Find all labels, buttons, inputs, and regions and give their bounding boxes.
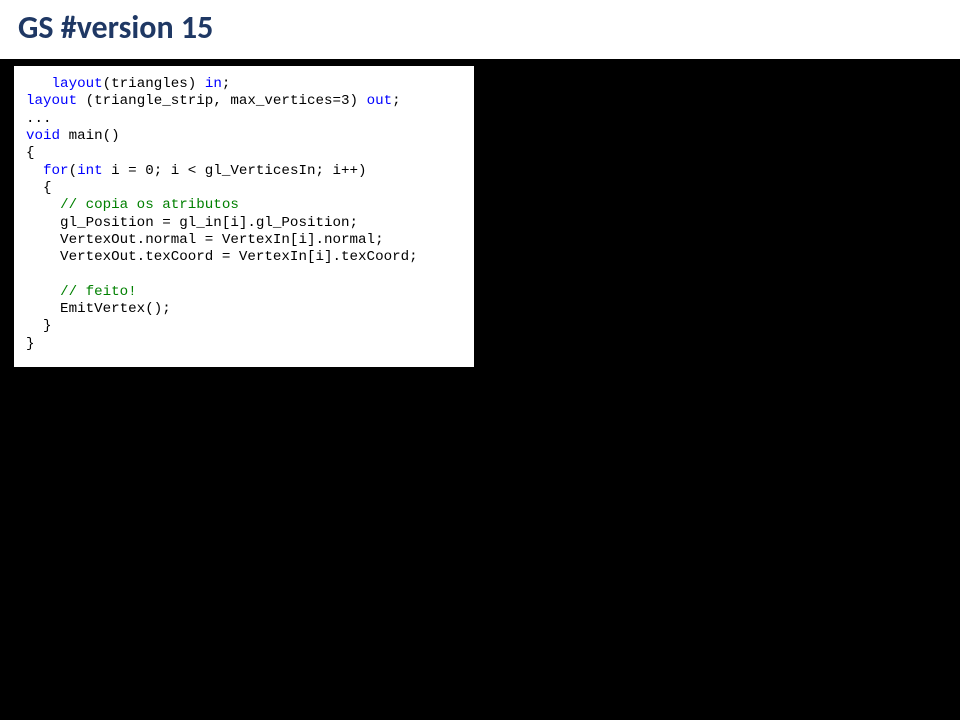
code-line: } (26, 336, 35, 352)
code-line: { (26, 145, 35, 161)
code-line: gl_Position = gl_in[i].gl_Position; (26, 215, 358, 231)
code-line: { (26, 180, 52, 196)
code-line: VertexOut.texCoord = VertexIn[i].texCoor… (26, 249, 418, 265)
code-line: } (26, 318, 52, 334)
slide: GS #version 15 layout(triangles) in; lay… (0, 0, 960, 720)
code-line (26, 266, 35, 282)
code-line: ... (26, 111, 52, 127)
slide-title: GS #version 15 (18, 8, 942, 47)
code-line: // feito! (26, 284, 137, 300)
title-bar: GS #version 15 (0, 0, 960, 59)
code-line: VertexOut.normal = VertexIn[i].normal; (26, 232, 384, 248)
code-line: layout (triangle_strip, max_vertices=3) … (26, 93, 401, 109)
code-line: layout(triangles) in; (26, 76, 230, 92)
code-line: void main() (26, 128, 120, 144)
code-line: EmitVertex(); (26, 301, 171, 317)
code-line: // copia os atributos (26, 197, 239, 213)
code-line: for(int i = 0; i < gl_VerticesIn; i++) (26, 163, 367, 179)
code-block: layout(triangles) in; layout (triangle_s… (14, 66, 474, 367)
